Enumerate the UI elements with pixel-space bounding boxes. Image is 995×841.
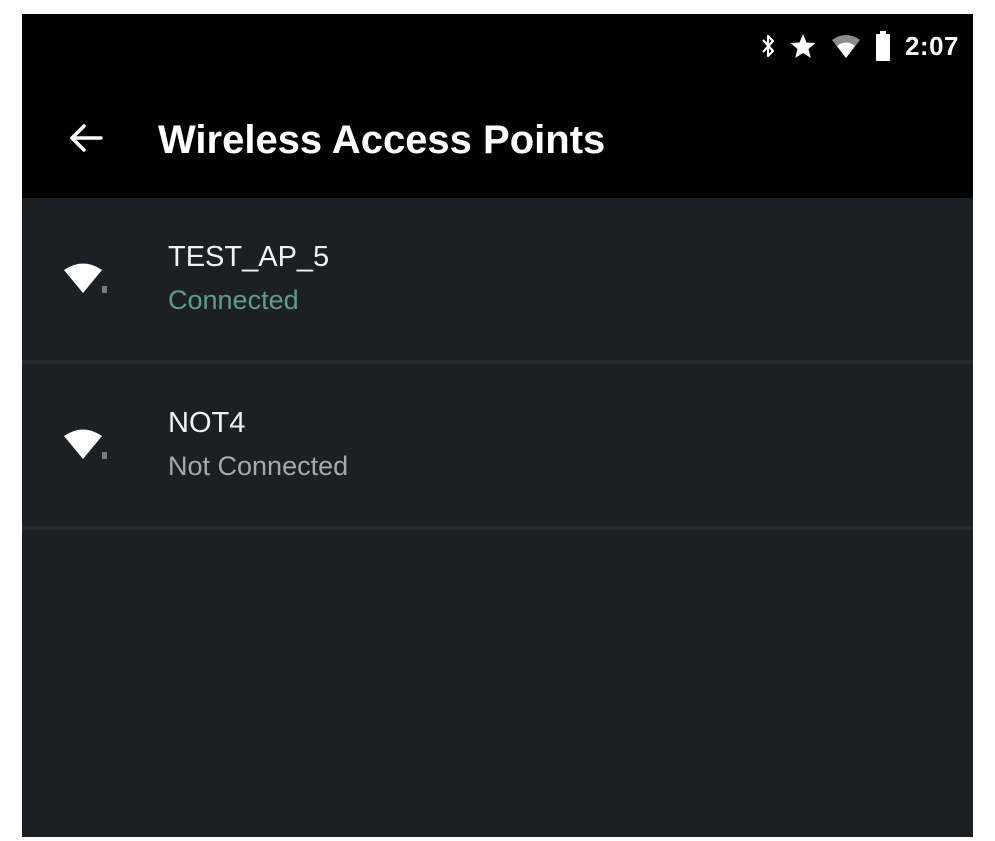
wifi-signal-icon (831, 32, 861, 60)
clock: 2:07 (904, 30, 959, 61)
status-bar: 2:07 (22, 14, 973, 80)
access-point-name: NOT4 (168, 407, 246, 439)
phone-screen: 2:07 Wireless Access Points TEST_AP_5 Co… (22, 14, 973, 837)
page-title: Wireless Access Points (158, 118, 606, 162)
access-point-list: TEST_AP_5 Connected NOT4 Not Connected (22, 198, 973, 530)
star-icon (789, 32, 817, 60)
bluetooth-icon (761, 32, 775, 60)
arrow-left-icon (68, 122, 104, 159)
access-point-status: Connected (168, 285, 299, 315)
back-button[interactable] (60, 114, 112, 166)
access-point-status: Not Connected (168, 451, 349, 481)
access-point-item[interactable]: NOT4 Not Connected (22, 364, 973, 530)
app-bar: Wireless Access Points (22, 80, 973, 198)
access-point-item[interactable]: TEST_AP_5 Connected (22, 198, 973, 364)
status-icons: 2:07 (761, 28, 959, 64)
wifi-icon (64, 426, 112, 467)
access-point-name: TEST_AP_5 (168, 241, 330, 273)
wifi-icon (64, 260, 112, 301)
battery-icon (875, 31, 891, 61)
